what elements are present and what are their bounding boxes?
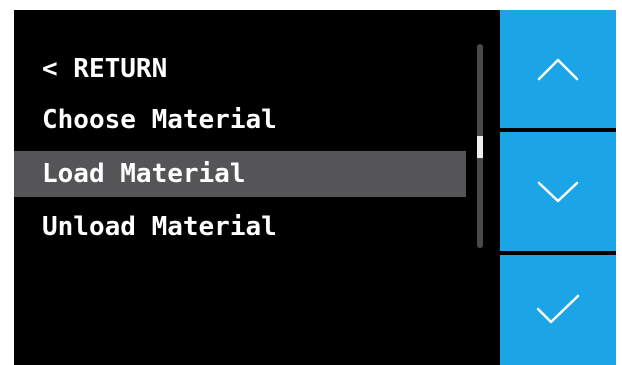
confirm-button[interactable] [500, 255, 616, 365]
side-button-panel [500, 10, 616, 365]
chevron-up-icon [537, 58, 579, 81]
scroll-up-button[interactable] [500, 10, 616, 128]
scroll-down-button[interactable] [500, 132, 616, 251]
load-material-menu-item[interactable]: Load Material [14, 151, 466, 197]
printer-screen: < RETURN Choose Material Load Material U… [14, 10, 616, 365]
menu-scrollbar[interactable] [477, 44, 483, 248]
scrollbar-thumb[interactable] [477, 136, 483, 158]
choose-material-menu-item[interactable]: Choose Material [14, 97, 466, 143]
unload-material-menu-item[interactable]: Unload Material [14, 204, 466, 250]
checkmark-icon [536, 294, 580, 324]
menu-list: < RETURN Choose Material Load Material U… [14, 10, 500, 365]
return-menu-item[interactable]: < RETURN [14, 46, 466, 92]
chevron-down-icon [537, 181, 579, 202]
